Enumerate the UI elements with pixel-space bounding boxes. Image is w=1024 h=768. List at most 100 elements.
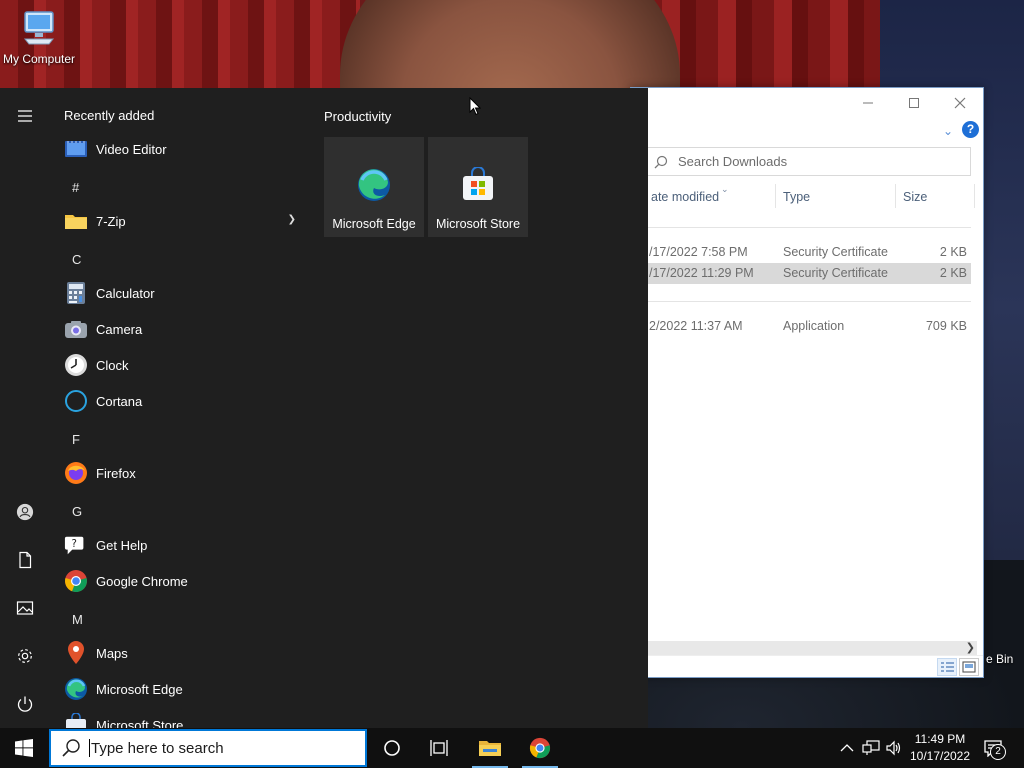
app-item-cortana[interactable]: Cortana [64, 384, 304, 418]
app-item-video-editor[interactable]: Video Editor [64, 132, 304, 166]
edge-icon [358, 169, 390, 201]
folder-icon [64, 209, 88, 233]
recently-added-header: Recently added [64, 108, 155, 123]
app-item-microsoft-store[interactable]: Microsoft Store [64, 708, 304, 728]
table-row-selected[interactable]: /17/2022 11:29 PM Security Certificate 2… [645, 263, 971, 284]
maximize-button[interactable] [891, 88, 937, 118]
task-view-button[interactable] [416, 728, 464, 768]
letter-header[interactable]: # [72, 180, 79, 195]
cortana-button[interactable] [368, 728, 416, 768]
volume-button[interactable] [884, 728, 904, 768]
expand-menu-button[interactable] [0, 96, 50, 136]
taskbar-search-input[interactable]: Type here to search [49, 729, 367, 767]
network-button[interactable] [860, 728, 882, 768]
power-button[interactable] [0, 684, 50, 724]
desktop-icon-label: My Computer [2, 52, 76, 66]
app-item-firefox[interactable]: Firefox [64, 456, 304, 490]
close-button[interactable] [937, 88, 983, 118]
horizontal-scrollbar[interactable]: ❯ [645, 641, 977, 655]
column-separator[interactable] [895, 184, 896, 208]
help-icon[interactable]: ? [962, 121, 979, 138]
start-button[interactable] [0, 728, 48, 768]
app-item-microsoft-edge[interactable]: Microsoft Edge [64, 672, 304, 706]
expand-ribbon-icon[interactable]: ⌄ [943, 124, 955, 138]
task-view-icon [430, 740, 448, 756]
large-icons-view-button[interactable] [959, 658, 979, 676]
row-date: /17/2022 7:58 PM [649, 245, 748, 259]
letter-header[interactable]: M [72, 612, 83, 627]
file-explorer-window[interactable]: ⌄ ? Search Downloads ⌄ ate modified Type… [630, 87, 984, 678]
app-label: Microsoft Store [96, 717, 184, 729]
store-icon [463, 167, 493, 200]
window-controls [845, 88, 983, 118]
column-size[interactable]: Size [903, 190, 927, 204]
settings-button[interactable] [0, 636, 50, 676]
chevron-up-icon [840, 744, 854, 752]
letter-header[interactable]: C [72, 252, 81, 267]
app-item-7-zip[interactable]: 7-Zip ❯ [64, 204, 304, 238]
letter-header[interactable]: G [72, 504, 82, 519]
column-separator[interactable] [974, 184, 975, 208]
row-date: /17/2022 11:29 PM [649, 266, 754, 280]
app-item-maps[interactable]: Maps [64, 636, 304, 670]
clock-icon [64, 353, 88, 377]
search-input[interactable]: Search Downloads [645, 147, 971, 176]
recycle-bin-label[interactable]: e Bin [986, 652, 1013, 666]
svg-text:?: ? [71, 539, 76, 550]
table-row[interactable]: /17/2022 7:58 PM Security Certificate 2 … [645, 242, 971, 263]
letter-header[interactable]: F [72, 432, 80, 447]
text-caret [89, 739, 90, 757]
tile-microsoft-store[interactable]: Microsoft Store [428, 137, 528, 237]
chrome-icon [529, 737, 551, 759]
chevron-down-icon[interactable]: ❯ [288, 214, 296, 225]
camera-icon [64, 317, 88, 341]
sort-caret-icon: ⌄ [721, 184, 729, 194]
system-clock[interactable]: 11:49 PM 10/17/2022 [904, 731, 976, 765]
tiles-panel: Productivity Microsoft Edge Microsoft St… [324, 88, 644, 728]
tile-group-title[interactable]: Productivity [324, 109, 391, 124]
settings-icon [18, 649, 32, 663]
start-rail [0, 88, 50, 728]
app-item-google-chrome[interactable]: Google Chrome [64, 564, 304, 598]
start-menu[interactable]: Recently added Video Editor # 7-Zip ❯ C … [0, 88, 648, 728]
column-type[interactable]: Type [783, 190, 810, 204]
search-placeholder: Search Downloads [678, 154, 788, 169]
app-label: Google Chrome [96, 573, 188, 589]
column-separator[interactable] [775, 184, 776, 208]
video-editor-icon [64, 137, 88, 161]
pictures-icon [16, 601, 34, 615]
app-label: 7-Zip [96, 213, 126, 229]
cortana-circle-icon [384, 740, 400, 756]
app-item-get-help[interactable]: ? Get Help [64, 528, 304, 562]
tile-microsoft-edge[interactable]: Microsoft Edge [324, 137, 424, 237]
table-row[interactable]: 2/2022 11:37 AM Application 709 KB [645, 316, 971, 337]
app-label: Cortana [96, 393, 143, 409]
app-label: Microsoft Edge [96, 681, 183, 697]
documents-button[interactable] [0, 540, 50, 580]
file-explorer-taskbar-button[interactable] [466, 728, 514, 768]
chrome-taskbar-button[interactable] [516, 728, 564, 768]
ribbon-bar: ⌄ ? [631, 118, 983, 144]
desktop-icon-my-computer[interactable]: My Computer [0, 6, 78, 66]
status-bar [645, 655, 983, 677]
app-item-camera[interactable]: Camera [64, 312, 304, 346]
notification-count-badge: 2 [990, 744, 1006, 760]
app-item-calculator[interactable]: Calculator [64, 276, 304, 310]
details-view-button[interactable] [937, 658, 957, 676]
calculator-icon [64, 281, 88, 305]
app-label: Firefox [96, 465, 136, 481]
app-label: Camera [96, 321, 143, 337]
app-item-clock[interactable]: Clock [64, 348, 304, 382]
file-explorer-icon [479, 741, 501, 756]
clock-time: 11:49 PM [914, 732, 966, 746]
windows-logo-icon [15, 739, 33, 757]
pictures-button[interactable] [0, 588, 50, 628]
scroll-right-icon[interactable]: ❯ [966, 641, 975, 654]
show-hidden-icons-button[interactable] [836, 728, 858, 768]
minimize-button[interactable] [845, 88, 891, 118]
clock-date: 10/17/2022 [909, 749, 971, 763]
user-account-button[interactable] [0, 492, 50, 532]
column-date-modified[interactable]: ⌄ ate modified [651, 184, 729, 204]
mouse-cursor-icon [469, 97, 481, 116]
app-list[interactable]: Recently added Video Editor # 7-Zip ❯ C … [50, 88, 312, 728]
